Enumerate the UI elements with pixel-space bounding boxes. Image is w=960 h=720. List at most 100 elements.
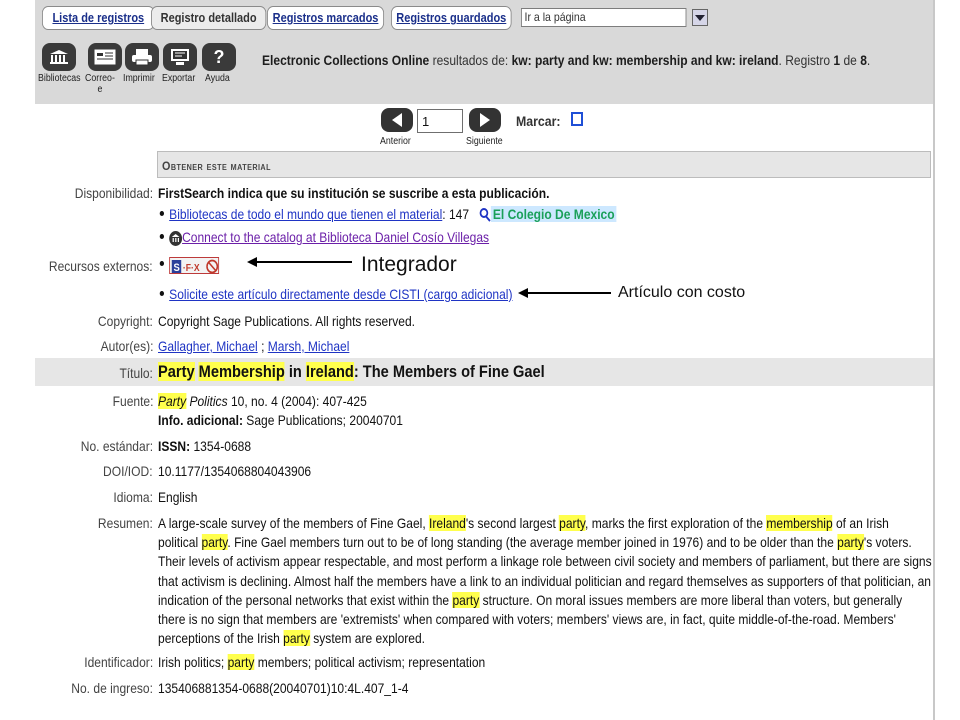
accession-value: 135406881354-0688(20040701)10:4L.407_1-4 [158, 680, 409, 696]
abstract-segment: A large-scale survey of the members of F… [158, 515, 430, 531]
catalog-row: Connect to the catalog at Biblioteca Dan… [158, 229, 489, 246]
record-text: . Registro [778, 52, 831, 68]
identifier-label: Identificador: [84, 654, 153, 670]
toolbar: Bibliotecas Correo- e Imprimir Exportar … [35, 34, 933, 104]
tab-lista-registros[interactable]: Lista de registros [42, 6, 155, 30]
author-link-2[interactable]: Marsh, Michael [268, 338, 350, 354]
abstract-highlight: party [559, 515, 586, 531]
integrador-arrow-line [256, 261, 352, 263]
library-icon [42, 43, 76, 71]
additional-info: Info. adicional: Sage Publications; 2004… [158, 412, 403, 428]
record-navigation: Anterior Siguiente Marcar: [35, 104, 933, 150]
identifier-text: Irish politics; [158, 654, 228, 670]
holding-institution: El Colegio De Mexico [491, 206, 617, 222]
identifier-text: members; political activism; representat… [254, 654, 486, 670]
library-catalog-icon [169, 230, 183, 246]
export-icon [163, 43, 197, 71]
search-query: kw: party and kw: membership and kw: ire… [511, 52, 779, 68]
issn-value: ISSN: 1354-0688 [158, 438, 251, 454]
language-label: Idioma: [113, 489, 153, 505]
source-highlight: Party [158, 393, 187, 409]
exportar-button[interactable] [163, 43, 199, 71]
summary-end: . [866, 52, 871, 68]
abstract-segment: system are explored. [309, 630, 426, 647]
email-icon [88, 43, 122, 71]
authors-label: Autor(es): [100, 338, 153, 354]
author-separator: ; [257, 338, 268, 354]
abstract-segment: 's second largest [465, 515, 560, 531]
title-text: : The Members of Fine Gael [353, 362, 545, 381]
abstract-segment: . Fine Gael members turn out to be of lo… [227, 534, 838, 551]
availability-label: Disponibilidad: [74, 185, 153, 201]
journal-name: Politics [186, 393, 228, 409]
tab-registros-guardados[interactable]: Registros guardados [391, 6, 512, 30]
arrow-left-icon [392, 113, 402, 127]
standard-number-label: No. estándar: [80, 438, 153, 454]
ayuda-label: Ayuda [205, 73, 230, 84]
help-icon: ? [202, 43, 236, 71]
catalog-link[interactable]: Connect to the catalog at Biblioteca Dan… [182, 229, 489, 245]
source-citation: 10, no. 4 (2004): 407-425 [227, 393, 367, 409]
issn-number: 1354-0688 [190, 438, 252, 454]
results-of-text: resultados de: [432, 52, 509, 68]
next-record-button[interactable] [469, 108, 501, 132]
section-title: Obtener este material [162, 159, 271, 173]
sfx-row: S ·F·X [158, 256, 220, 274]
imprimir-button[interactable] [125, 43, 161, 71]
copyright-label: Copyright: [98, 313, 153, 329]
doi-value: 10.1177/1354068804043906 [158, 463, 312, 479]
tab-registros-marcados[interactable]: Registros marcados [267, 6, 385, 30]
svg-text:S: S [173, 262, 179, 274]
cisti-row: Solicite este artículo directamente desd… [158, 286, 512, 302]
right-border [933, 0, 960, 720]
bibliotecas-button[interactable] [42, 43, 78, 71]
mark-label: Marcar: [516, 113, 561, 129]
imprimir-label: Imprimir [123, 73, 155, 84]
holding-icon [479, 208, 491, 223]
abstract-text: A large-scale survey of the members of F… [158, 514, 932, 648]
ayuda-button[interactable]: ? [202, 43, 238, 71]
abstract-highlight: membership [766, 515, 833, 531]
database-name: Electronic Collections Online [262, 52, 430, 68]
libraries-count: : 147 [442, 206, 470, 222]
of-text: de [843, 52, 857, 68]
abstract-highlight: party [452, 591, 480, 608]
section-header: Obtener este material [157, 151, 931, 178]
goto-page-select[interactable]: Ir a la página [521, 8, 687, 27]
print-icon [125, 43, 159, 71]
integrador-arrowhead [247, 257, 257, 267]
correo-button[interactable] [88, 43, 124, 71]
previous-record-button[interactable] [381, 108, 413, 132]
articulo-arrowhead [518, 288, 528, 298]
language-value: English [158, 489, 198, 505]
tab-registro-detallado[interactable]: Registro detallado [151, 6, 267, 30]
mark-checkbox[interactable] [571, 112, 583, 126]
identifier-value: Irish politics; party members; political… [158, 654, 485, 670]
record-number-input[interactable] [417, 109, 463, 133]
sfx-logo-icon: S ·F·X [171, 259, 219, 274]
libraries-link[interactable]: Bibliotecas de todo el mundo que tienen … [169, 206, 442, 222]
title-highlight: Party [158, 362, 195, 381]
annotation-articulo-costo: Artículo con costo [618, 284, 746, 301]
abstract-label: Resumen: [98, 515, 153, 531]
abstract-segment: , marks the first exploration of the [585, 515, 767, 531]
exportar-label: Exportar [162, 73, 196, 84]
title-highlight: Membership [198, 362, 285, 381]
arrow-right-icon [480, 113, 490, 127]
annotation-integrador: Integrador [361, 253, 457, 276]
chevron-down-icon[interactable] [692, 9, 708, 26]
abstract-highlight: party [837, 534, 864, 551]
additional-info-label: Info. adicional: [158, 412, 243, 428]
title-highlight: Ireland [305, 362, 354, 381]
tab-bar: Lista de registros Registro detallado Re… [35, 0, 933, 34]
external-resources-label: Recursos externos: [49, 258, 153, 274]
author-link-1[interactable]: Gallagher, Michael [158, 338, 258, 354]
cisti-link[interactable]: Solicite este artículo directamente desd… [169, 286, 512, 302]
sfx-button[interactable]: S ·F·X [169, 256, 220, 274]
next-label: Siguiente [466, 136, 503, 147]
title-label: Título: [119, 365, 153, 381]
additional-info-value: Sage Publications; 20040701 [242, 412, 403, 428]
search-summary: Electronic Collections Online resultados… [262, 52, 870, 68]
abstract-highlight: Ireland [429, 515, 466, 531]
issn-key: ISSN: [158, 438, 191, 454]
